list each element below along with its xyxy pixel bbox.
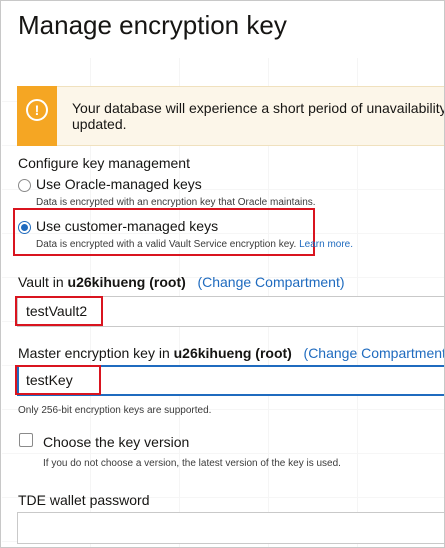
customer-managed-description: Data is encrypted with a valid Vault Ser… [36, 239, 353, 250]
dialog-frame: Manage encryption key ! Your database wi… [0, 0, 445, 548]
key-version-checkbox[interactable] [19, 433, 33, 447]
page-title: Manage encryption key [18, 10, 287, 40]
tde-wallet-label: TDE wallet password [18, 492, 150, 508]
vault-label: Vault in u26kihueng (root) (Change Compa… [18, 274, 345, 290]
master-key-help-text: Only 256-bit encryption keys are support… [18, 405, 212, 416]
alert-message-line1: Your database will experience a short pe… [72, 100, 444, 116]
key-version-help-text: If you do not choose a version, the late… [43, 458, 341, 469]
master-key-compartment-name: u26kihueng (root) [173, 345, 292, 361]
master-key-change-compartment-link[interactable]: (Change Compartment) [304, 345, 444, 361]
alert-message-line2: updated. [72, 116, 127, 132]
vault-change-compartment-link[interactable]: (Change Compartment) [197, 274, 344, 290]
alert-message: Your database will experience a short pe… [72, 100, 444, 132]
vault-label-prefix: Vault in [18, 274, 68, 290]
exclamation-icon: ! [26, 99, 48, 121]
customer-managed-label[interactable]: Use customer-managed keys [36, 218, 218, 234]
oracle-managed-radio[interactable] [18, 179, 31, 192]
master-key-label: Master encryption key in u26kihueng (roo… [18, 345, 444, 361]
key-management-label: Configure key management [18, 155, 190, 171]
learn-more-link[interactable]: Learn more. [299, 239, 353, 250]
master-key-highlight-box [15, 365, 101, 395]
master-key-label-prefix: Master encryption key in [18, 345, 174, 361]
panel-header: Manage encryption key [2, 2, 444, 58]
vault-compartment-name: u26kihueng (root) [67, 274, 186, 290]
oracle-managed-description: Data is encrypted with an encryption key… [36, 197, 316, 208]
key-version-label[interactable]: Choose the key version [43, 434, 189, 450]
tde-wallet-password-input[interactable] [17, 512, 444, 544]
customer-managed-radio[interactable] [18, 221, 31, 234]
vault-highlight-box [15, 296, 103, 326]
customer-managed-description-text: Data is encrypted with a valid Vault Ser… [36, 239, 297, 250]
oracle-managed-label[interactable]: Use Oracle-managed keys [36, 176, 202, 192]
